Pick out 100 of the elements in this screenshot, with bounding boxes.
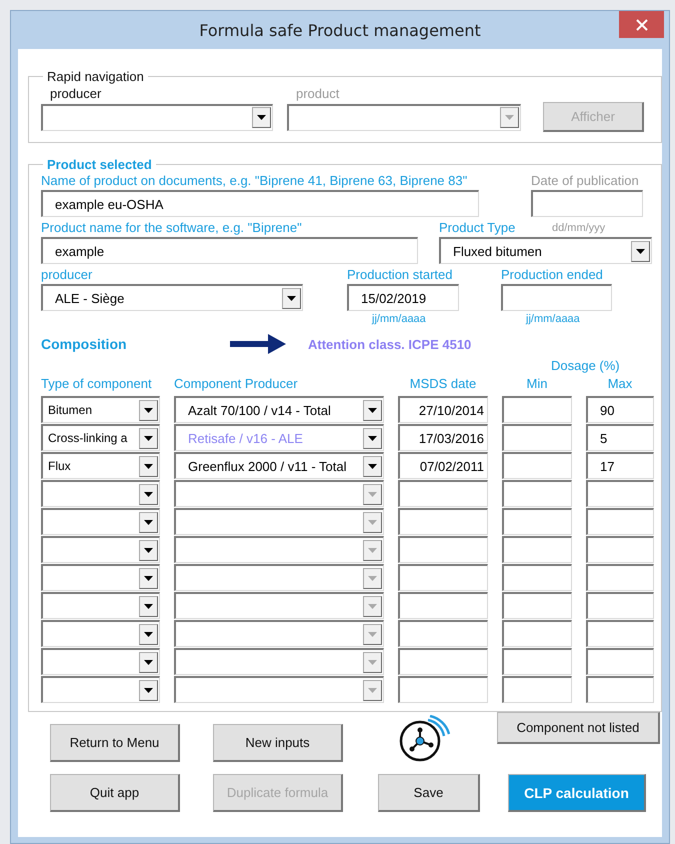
number-field[interactable] <box>586 592 654 619</box>
combo-box[interactable] <box>41 104 273 130</box>
text-field[interactable]: example <box>41 237 418 264</box>
date-field[interactable]: 15/02/2019 <box>347 284 459 311</box>
caret-icon <box>368 520 377 524</box>
number-field[interactable] <box>502 424 572 451</box>
date-field[interactable] <box>501 284 612 311</box>
date-field[interactable]: 27/10/2014 <box>398 396 488 423</box>
number-field[interactable] <box>502 536 572 563</box>
field-label: product <box>296 86 340 100</box>
date-field[interactable] <box>398 592 488 619</box>
dropdown-button[interactable] <box>139 540 158 560</box>
dropdown-button[interactable] <box>139 568 158 588</box>
save-button[interactable]: Save <box>378 774 480 812</box>
date-field[interactable] <box>398 648 488 675</box>
number-field[interactable] <box>502 564 572 591</box>
combo-box[interactable] <box>41 536 160 563</box>
combo-box[interactable] <box>41 480 160 507</box>
field-label: Product name for the software, e.g. "Biprene" <box>41 219 303 237</box>
quit-button[interactable]: Quit app <box>50 774 180 812</box>
dropdown-button[interactable] <box>139 400 158 420</box>
field-label: Production started <box>347 266 454 284</box>
dropdown-button[interactable] <box>631 240 650 262</box>
dropdown-button[interactable] <box>139 484 158 504</box>
arrow-icon <box>230 333 286 355</box>
date-field[interactable] <box>398 676 488 703</box>
number-field[interactable] <box>586 508 654 535</box>
dropdown-button[interactable] <box>139 428 158 448</box>
combo-box[interactable] <box>41 564 160 591</box>
combo-box[interactable]: Cross-linking a <box>41 424 160 451</box>
dropdown-button[interactable] <box>139 680 158 700</box>
combo-box[interactable] <box>41 508 160 535</box>
combo-box[interactable]: Flux <box>41 452 160 479</box>
date-field[interactable] <box>531 190 643 217</box>
number-field[interactable] <box>502 452 572 479</box>
dropdown-button[interactable] <box>139 596 158 616</box>
dropdown-button[interactable] <box>139 652 158 672</box>
combo-box[interactable] <box>174 648 384 675</box>
return-button[interactable]: Return to Menu <box>50 724 180 762</box>
combo-box[interactable] <box>41 592 160 619</box>
caret-icon <box>144 436 153 440</box>
date-field[interactable] <box>398 564 488 591</box>
number-field[interactable] <box>502 592 572 619</box>
number-field[interactable]: 5 <box>586 424 654 451</box>
date-field[interactable]: 07/02/2011 <box>398 452 488 479</box>
combo-box[interactable] <box>174 536 384 563</box>
combo-box[interactable]: Bitumen <box>41 396 160 423</box>
close-button[interactable] <box>619 11 664 38</box>
combo-box[interactable] <box>174 592 384 619</box>
number-field[interactable]: 90 <box>586 396 654 423</box>
caret-icon <box>144 660 153 664</box>
number-field[interactable] <box>586 564 654 591</box>
number-field[interactable] <box>502 480 572 507</box>
number-field[interactable] <box>586 536 654 563</box>
component-button[interactable]: Component not listed <box>497 712 660 744</box>
caret-icon <box>368 576 377 580</box>
combo-box[interactable] <box>174 564 384 591</box>
number-field[interactable]: 17 <box>586 452 654 479</box>
caret-icon <box>368 632 377 636</box>
caret-icon <box>144 576 153 580</box>
number-field[interactable] <box>586 648 654 675</box>
combo-box[interactable] <box>174 676 384 703</box>
dropdown-button[interactable] <box>139 512 158 532</box>
number-field[interactable] <box>586 480 654 507</box>
combo-box[interactable]: Azalt 70/100 / v14 - Total <box>174 396 384 423</box>
caret-icon <box>505 115 514 120</box>
dropdown-button[interactable] <box>363 456 382 476</box>
number-field[interactable] <box>502 620 572 647</box>
number-field[interactable] <box>502 508 572 535</box>
new-button[interactable]: New inputs <box>213 724 343 762</box>
combo-box[interactable] <box>174 508 384 535</box>
caret-icon <box>144 520 153 524</box>
dropdown-button[interactable] <box>252 107 271 128</box>
combo-box[interactable] <box>174 480 384 507</box>
date-field[interactable] <box>398 620 488 647</box>
combo-box[interactable] <box>41 676 160 703</box>
combo-box[interactable] <box>41 648 160 675</box>
date-field[interactable]: 17/03/2016 <box>398 424 488 451</box>
dropdown-button[interactable] <box>363 428 382 448</box>
dropdown-button[interactable] <box>282 288 301 308</box>
text-field[interactable]: example eu-OSHA <box>41 190 479 217</box>
combo-box[interactable]: ALE - Siège <box>41 284 303 311</box>
number-field[interactable] <box>502 396 572 423</box>
combo-box[interactable]: Fluxed bitumen <box>439 237 652 264</box>
combo-box[interactable] <box>174 620 384 647</box>
number-field[interactable] <box>502 676 572 703</box>
dropdown-button[interactable] <box>363 400 382 420</box>
dropdown-button[interactable] <box>139 624 158 644</box>
number-field[interactable] <box>502 648 572 675</box>
caret-icon <box>144 688 153 692</box>
dropdown-button[interactable] <box>139 456 158 476</box>
combo-box[interactable] <box>41 620 160 647</box>
combo-box[interactable]: Greenflux 2000 / v11 - Total <box>174 452 384 479</box>
date-field[interactable] <box>398 508 488 535</box>
date-field[interactable] <box>398 480 488 507</box>
combo-box[interactable] <box>287 104 521 130</box>
field-label: Name of product on documents, e.g. "Biprene 41, Biprene 63, Biprene 83" <box>41 172 468 190</box>
date-field[interactable] <box>398 536 488 563</box>
number-field[interactable] <box>586 676 654 703</box>
number-field[interactable] <box>586 620 654 647</box>
